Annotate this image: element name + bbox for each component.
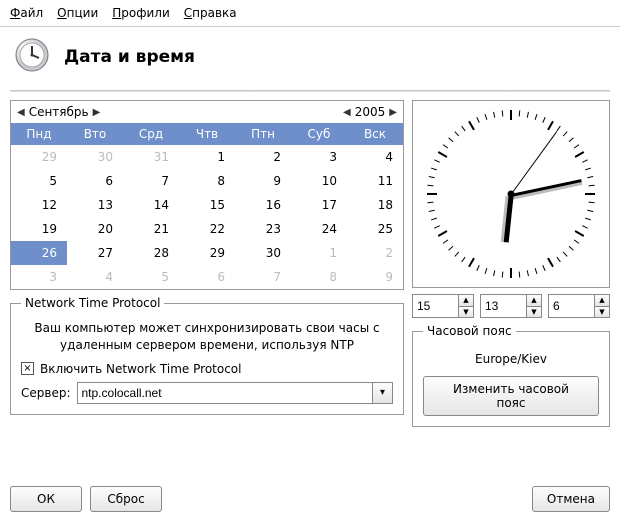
calendar-day[interactable]: 20 xyxy=(67,217,123,241)
ntp-description: Ваш компьютер может синхронизировать сво… xyxy=(21,320,393,354)
calendar-day[interactable]: 14 xyxy=(123,193,179,217)
calendar-day[interactable]: 6 xyxy=(179,265,235,289)
month-next-icon[interactable]: ▶ xyxy=(93,107,101,118)
calendar-day[interactable]: 2 xyxy=(347,241,403,265)
ntp-server-dropdown-icon[interactable] xyxy=(372,383,392,403)
weekday-header: Птн xyxy=(235,123,291,145)
calendar-grid: ПндВтоСрдЧтвПтнСубВск 293031123456789101… xyxy=(11,123,403,289)
month-label[interactable]: Сентябрь xyxy=(29,105,89,119)
calendar-day[interactable]: 29 xyxy=(179,241,235,265)
calendar-day[interactable]: 25 xyxy=(347,217,403,241)
ntp-enable-label: Включить Network Time Protocol xyxy=(40,362,241,376)
calendar-day[interactable]: 19 xyxy=(11,217,67,241)
second-input[interactable] xyxy=(549,295,594,317)
time-spinners: ▲▼ ▲▼ ▲▼ xyxy=(412,294,610,318)
ntp-enable-checkbox[interactable]: × xyxy=(21,362,34,375)
calendar-day[interactable]: 11 xyxy=(347,169,403,193)
weekday-header: Чтв xyxy=(179,123,235,145)
calendar-day[interactable]: 26 xyxy=(11,241,67,265)
calendar-day[interactable]: 28 xyxy=(123,241,179,265)
calendar-day[interactable]: 22 xyxy=(179,217,235,241)
month-prev-icon[interactable]: ◀ xyxy=(17,107,25,118)
calendar-day[interactable]: 23 xyxy=(235,217,291,241)
calendar-day[interactable]: 1 xyxy=(291,241,347,265)
weekday-header: Вто xyxy=(67,123,123,145)
calendar-day[interactable]: 5 xyxy=(123,265,179,289)
reset-button[interactable]: Сброс xyxy=(90,486,162,512)
year-next-icon[interactable]: ▶ xyxy=(389,107,397,118)
menu-profiles[interactable]: Профили xyxy=(112,6,170,20)
clock-icon xyxy=(14,37,50,76)
timezone-value: Europe/Kiev xyxy=(423,352,599,366)
calendar-day[interactable]: 13 xyxy=(67,193,123,217)
hour-input[interactable] xyxy=(413,295,458,317)
menu-file[interactable]: Файл xyxy=(10,6,43,20)
minute-down-icon[interactable]: ▼ xyxy=(527,307,541,318)
second-down-icon[interactable]: ▼ xyxy=(595,307,609,318)
cancel-button[interactable]: Отмена xyxy=(532,486,610,512)
calendar-day[interactable]: 4 xyxy=(347,145,403,169)
calendar-day[interactable]: 30 xyxy=(235,241,291,265)
year-label[interactable]: 2005 xyxy=(355,105,386,119)
calendar-day[interactable]: 7 xyxy=(235,265,291,289)
calendar-day[interactable]: 12 xyxy=(11,193,67,217)
analog-clock xyxy=(412,100,610,288)
calendar-day[interactable]: 10 xyxy=(291,169,347,193)
calendar: ◀ Сентябрь ▶ ◀ 2005 ▶ ПндВтоСрдЧтвПтнСуб… xyxy=(10,100,404,290)
minute-spinner[interactable]: ▲▼ xyxy=(480,294,542,318)
second-spinner[interactable]: ▲▼ xyxy=(548,294,610,318)
page-title: Дата и время xyxy=(64,47,195,67)
ntp-group: Network Time Protocol Ваш компьютер може… xyxy=(10,296,404,415)
calendar-day[interactable]: 8 xyxy=(291,265,347,289)
calendar-day[interactable]: 24 xyxy=(291,217,347,241)
menubar: Файл Опции Профили Справка xyxy=(0,0,620,27)
dialog-buttons: ОК Сброс Отмена xyxy=(10,486,610,512)
calendar-day[interactable]: 3 xyxy=(291,145,347,169)
header: Дата и время xyxy=(0,27,620,90)
ntp-server-combo[interactable] xyxy=(77,382,394,404)
calendar-day[interactable]: 31 xyxy=(123,145,179,169)
weekday-header: Срд xyxy=(123,123,179,145)
hour-down-icon[interactable]: ▼ xyxy=(459,307,473,318)
calendar-day[interactable]: 1 xyxy=(179,145,235,169)
calendar-day[interactable]: 9 xyxy=(235,169,291,193)
calendar-day[interactable]: 18 xyxy=(347,193,403,217)
calendar-day[interactable]: 16 xyxy=(235,193,291,217)
calendar-day[interactable]: 8 xyxy=(179,169,235,193)
calendar-day[interactable]: 30 xyxy=(67,145,123,169)
minute-up-icon[interactable]: ▲ xyxy=(527,295,541,307)
weekday-header: Суб xyxy=(291,123,347,145)
calendar-day[interactable]: 17 xyxy=(291,193,347,217)
calendar-day[interactable]: 15 xyxy=(179,193,235,217)
calendar-day[interactable]: 5 xyxy=(11,169,67,193)
hour-spinner[interactable]: ▲▼ xyxy=(412,294,474,318)
calendar-day[interactable]: 29 xyxy=(11,145,67,169)
ntp-server-input[interactable] xyxy=(78,383,373,403)
menu-options[interactable]: Опции xyxy=(57,6,98,20)
ok-button[interactable]: ОК xyxy=(10,486,82,512)
hour-up-icon[interactable]: ▲ xyxy=(459,295,473,307)
ntp-server-label: Сервер: xyxy=(21,386,71,400)
calendar-day[interactable]: 6 xyxy=(67,169,123,193)
weekday-header: Вск xyxy=(347,123,403,145)
calendar-day[interactable]: 3 xyxy=(11,265,67,289)
timezone-legend: Часовой пояс xyxy=(423,324,516,338)
year-prev-icon[interactable]: ◀ xyxy=(343,107,351,118)
calendar-day[interactable]: 7 xyxy=(123,169,179,193)
header-rule xyxy=(10,90,610,92)
timezone-group: Часовой пояс Europe/Kiev Изменить часово… xyxy=(412,324,610,427)
ntp-legend: Network Time Protocol xyxy=(21,296,164,310)
weekday-header: Пнд xyxy=(11,123,67,145)
calendar-day[interactable]: 2 xyxy=(235,145,291,169)
calendar-day[interactable]: 4 xyxy=(67,265,123,289)
change-timezone-button[interactable]: Изменить часовой пояс xyxy=(423,376,599,416)
second-up-icon[interactable]: ▲ xyxy=(595,295,609,307)
calendar-day[interactable]: 9 xyxy=(347,265,403,289)
calendar-day[interactable]: 21 xyxy=(123,217,179,241)
calendar-day[interactable]: 27 xyxy=(67,241,123,265)
minute-input[interactable] xyxy=(481,295,526,317)
menu-help[interactable]: Справка xyxy=(184,6,237,20)
